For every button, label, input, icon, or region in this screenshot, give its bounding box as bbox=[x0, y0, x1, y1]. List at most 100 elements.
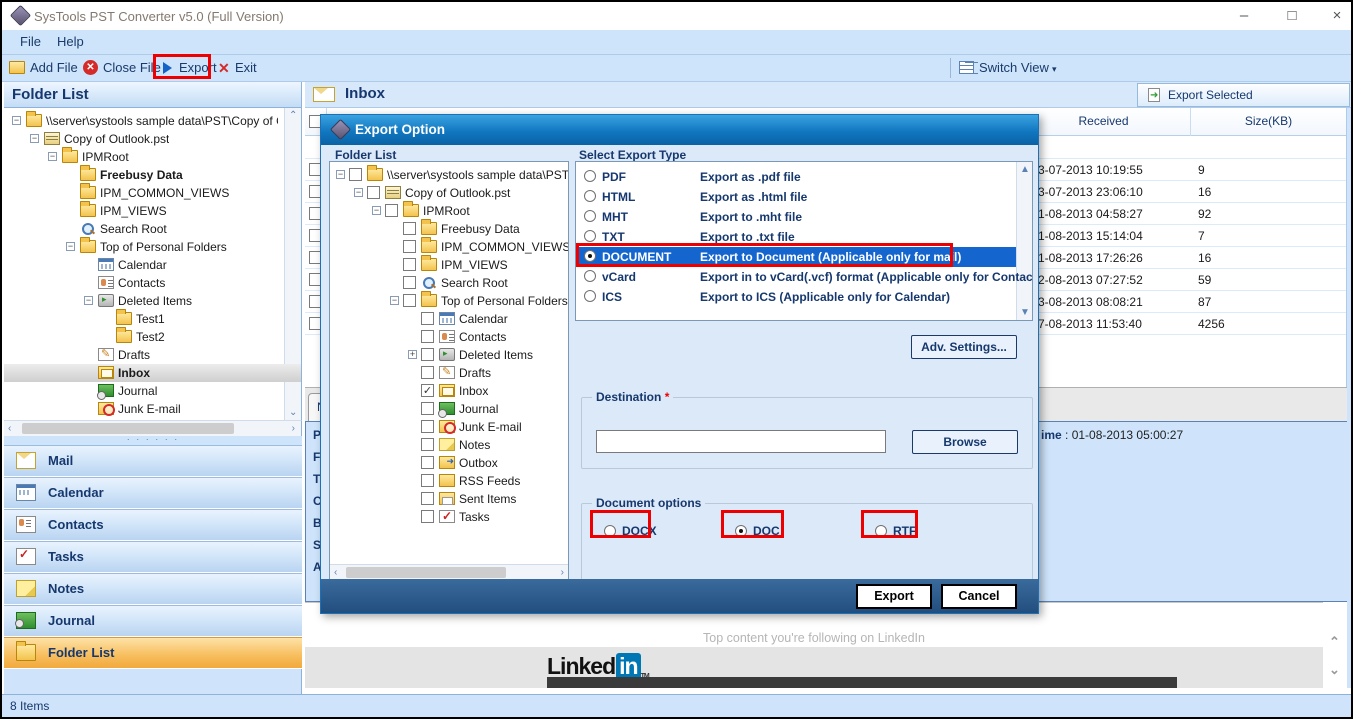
scroll-up-icon[interactable]: ⌃ bbox=[1329, 634, 1340, 650]
export-type-row[interactable]: HTMLExport as .html file bbox=[576, 187, 1016, 207]
minimize-button[interactable]: – bbox=[1229, 8, 1259, 26]
tree-checkbox[interactable] bbox=[421, 438, 434, 451]
dialog-tree-item[interactable]: IPM_VIEWS bbox=[330, 256, 568, 274]
sidebar-item-calendar[interactable]: Calendar bbox=[4, 477, 302, 508]
tree-expander-icon[interactable]: − bbox=[336, 170, 345, 179]
ad-scrollbar[interactable]: ⌃ ⌄ bbox=[1323, 602, 1347, 688]
sidebar-item-folder-list[interactable]: Folder List bbox=[4, 637, 302, 668]
scroll-down-icon[interactable]: ⌄ bbox=[1329, 662, 1340, 678]
menu-file[interactable]: File bbox=[20, 34, 41, 49]
dialog-tree-item[interactable]: Calendar bbox=[330, 310, 568, 328]
tree-checkbox[interactable] bbox=[421, 456, 434, 469]
tree-checkbox[interactable] bbox=[421, 492, 434, 505]
tree-checkbox[interactable] bbox=[421, 330, 434, 343]
export-type-radio[interactable] bbox=[584, 170, 596, 182]
tree-checkbox[interactable] bbox=[403, 240, 416, 253]
dialog-tree-hscrollbar[interactable]: ‹ › bbox=[330, 564, 568, 580]
tree-expander-icon[interactable]: − bbox=[12, 116, 21, 125]
tree-expander-icon[interactable]: + bbox=[408, 350, 417, 359]
tree-item[interactable]: −Top of Personal Folders bbox=[4, 238, 301, 256]
tree-expander-icon[interactable]: − bbox=[48, 152, 57, 161]
browse-button[interactable]: Browse bbox=[912, 430, 1018, 454]
tree-item[interactable]: Calendar bbox=[4, 256, 301, 274]
export-type-row[interactable]: vCardExport in to vCard(.vcf) format (Ap… bbox=[576, 267, 1016, 287]
tree-checkbox[interactable] bbox=[403, 222, 416, 235]
tree-expander-icon[interactable]: − bbox=[66, 242, 75, 251]
maximize-button[interactable]: □ bbox=[1277, 8, 1307, 26]
tree-item[interactable]: Inbox bbox=[4, 364, 301, 382]
tree-item[interactable]: Test2 bbox=[4, 328, 301, 346]
list-vscrollbar[interactable]: ▲ ▼ bbox=[1016, 162, 1032, 320]
dialog-tree-item[interactable]: −Top of Personal Folders bbox=[330, 292, 568, 310]
tree-checkbox[interactable] bbox=[421, 312, 434, 325]
switch-view-button[interactable]: Switch View bbox=[979, 60, 1049, 75]
dialog-tree-item[interactable]: Journal bbox=[330, 400, 568, 418]
panel-splitter[interactable]: · · · · · · bbox=[4, 436, 302, 445]
ad-banner[interactable]: LinkedinTM bbox=[305, 647, 1323, 688]
tree-item[interactable]: IPM_VIEWS bbox=[4, 202, 301, 220]
sidebar-item-journal[interactable]: Journal bbox=[4, 605, 302, 636]
dialog-tree-item[interactable]: RSS Feeds bbox=[330, 472, 568, 490]
tree-expander-icon[interactable]: − bbox=[390, 296, 399, 305]
tree-item[interactable]: −\\server\systools sample data\PST\Copy … bbox=[4, 112, 301, 130]
export-type-radio[interactable] bbox=[584, 190, 596, 202]
sidebar-item-notes[interactable]: Notes bbox=[4, 573, 302, 604]
tree-item[interactable]: Search Root bbox=[4, 220, 301, 238]
tree-item[interactable]: Journal bbox=[4, 382, 301, 400]
tree-expander-icon[interactable]: − bbox=[354, 188, 363, 197]
dialog-tree-item[interactable]: Contacts bbox=[330, 328, 568, 346]
dialog-tree-item[interactable]: Sent Items bbox=[330, 490, 568, 508]
tree-expander-icon[interactable]: − bbox=[372, 206, 381, 215]
dialog-tree-item[interactable]: Outbox bbox=[330, 454, 568, 472]
tree-item[interactable]: Test1 bbox=[4, 310, 301, 328]
dialog-tree-item[interactable]: Freebusy Data bbox=[330, 220, 568, 238]
tree-item[interactable]: −IPMRoot bbox=[4, 148, 301, 166]
tree-checkbox[interactable] bbox=[421, 474, 434, 487]
dialog-tree-item[interactable]: IPM_COMMON_VIEWS bbox=[330, 238, 568, 256]
tree-item[interactable]: Contacts bbox=[4, 274, 301, 292]
adv-settings-button[interactable]: Adv. Settings... bbox=[911, 335, 1017, 359]
export-type-radio[interactable] bbox=[584, 210, 596, 222]
tree-checkbox[interactable] bbox=[349, 168, 362, 181]
tree-expander-icon[interactable]: − bbox=[30, 134, 39, 143]
export-type-radio[interactable] bbox=[584, 290, 596, 302]
tree-checkbox[interactable] bbox=[421, 402, 434, 415]
tree-checkbox[interactable] bbox=[421, 348, 434, 361]
export-type-row[interactable]: PDFExport as .pdf file bbox=[576, 167, 1016, 187]
tree-expander-icon[interactable]: − bbox=[84, 296, 93, 305]
tree-checkbox[interactable] bbox=[421, 510, 434, 523]
export-type-radio[interactable] bbox=[584, 270, 596, 282]
close-button[interactable]: × bbox=[1322, 8, 1352, 26]
tree-checkbox[interactable] bbox=[367, 186, 380, 199]
dialog-tree-item[interactable]: Tasks bbox=[330, 508, 568, 526]
tree-item[interactable]: Freebusy Data bbox=[4, 166, 301, 184]
dialog-tree-item[interactable]: Junk E-mail bbox=[330, 418, 568, 436]
tree-checkbox[interactable]: ✓ bbox=[421, 384, 434, 397]
dialog-tree-item[interactable]: +Deleted Items bbox=[330, 346, 568, 364]
tree-checkbox[interactable] bbox=[403, 294, 416, 307]
sidebar-item-mail[interactable]: Mail bbox=[4, 445, 302, 476]
tree-checkbox[interactable] bbox=[421, 366, 434, 379]
tree-item[interactable]: −Copy of Outlook.pst bbox=[4, 130, 301, 148]
sidebar-item-contacts[interactable]: Contacts bbox=[4, 509, 302, 540]
tree-item[interactable]: IPM_COMMON_VIEWS bbox=[4, 184, 301, 202]
column-size[interactable]: Size(KB) bbox=[1190, 114, 1347, 128]
tree-checkbox[interactable] bbox=[421, 420, 434, 433]
tree-checkbox[interactable] bbox=[385, 204, 398, 217]
tree-item[interactable]: Junk E-mail bbox=[4, 400, 301, 418]
dialog-tree-item[interactable]: −\\server\systools sample data\PST\ bbox=[330, 166, 568, 184]
destination-input[interactable] bbox=[596, 430, 886, 453]
dialog-cancel-button[interactable]: Cancel bbox=[941, 584, 1017, 609]
sidebar-item-tasks[interactable]: Tasks bbox=[4, 541, 302, 572]
export-type-row[interactable]: ICSExport to ICS (Applicable only for Ca… bbox=[576, 287, 1016, 307]
tree-item[interactable]: Drafts bbox=[4, 346, 301, 364]
export-type-row[interactable]: MHTExport to .mht file bbox=[576, 207, 1016, 227]
export-selected-button[interactable]: Export Selected bbox=[1137, 83, 1350, 107]
tree-checkbox[interactable] bbox=[403, 276, 416, 289]
exit-button[interactable]: Exit bbox=[235, 60, 257, 75]
tree-checkbox[interactable] bbox=[403, 258, 416, 271]
dialog-tree-item[interactable]: ✓Inbox bbox=[330, 382, 568, 400]
dialog-tree-item[interactable]: Notes bbox=[330, 436, 568, 454]
export-type-radio[interactable] bbox=[584, 230, 596, 242]
tree-item[interactable]: −Deleted Items bbox=[4, 292, 301, 310]
